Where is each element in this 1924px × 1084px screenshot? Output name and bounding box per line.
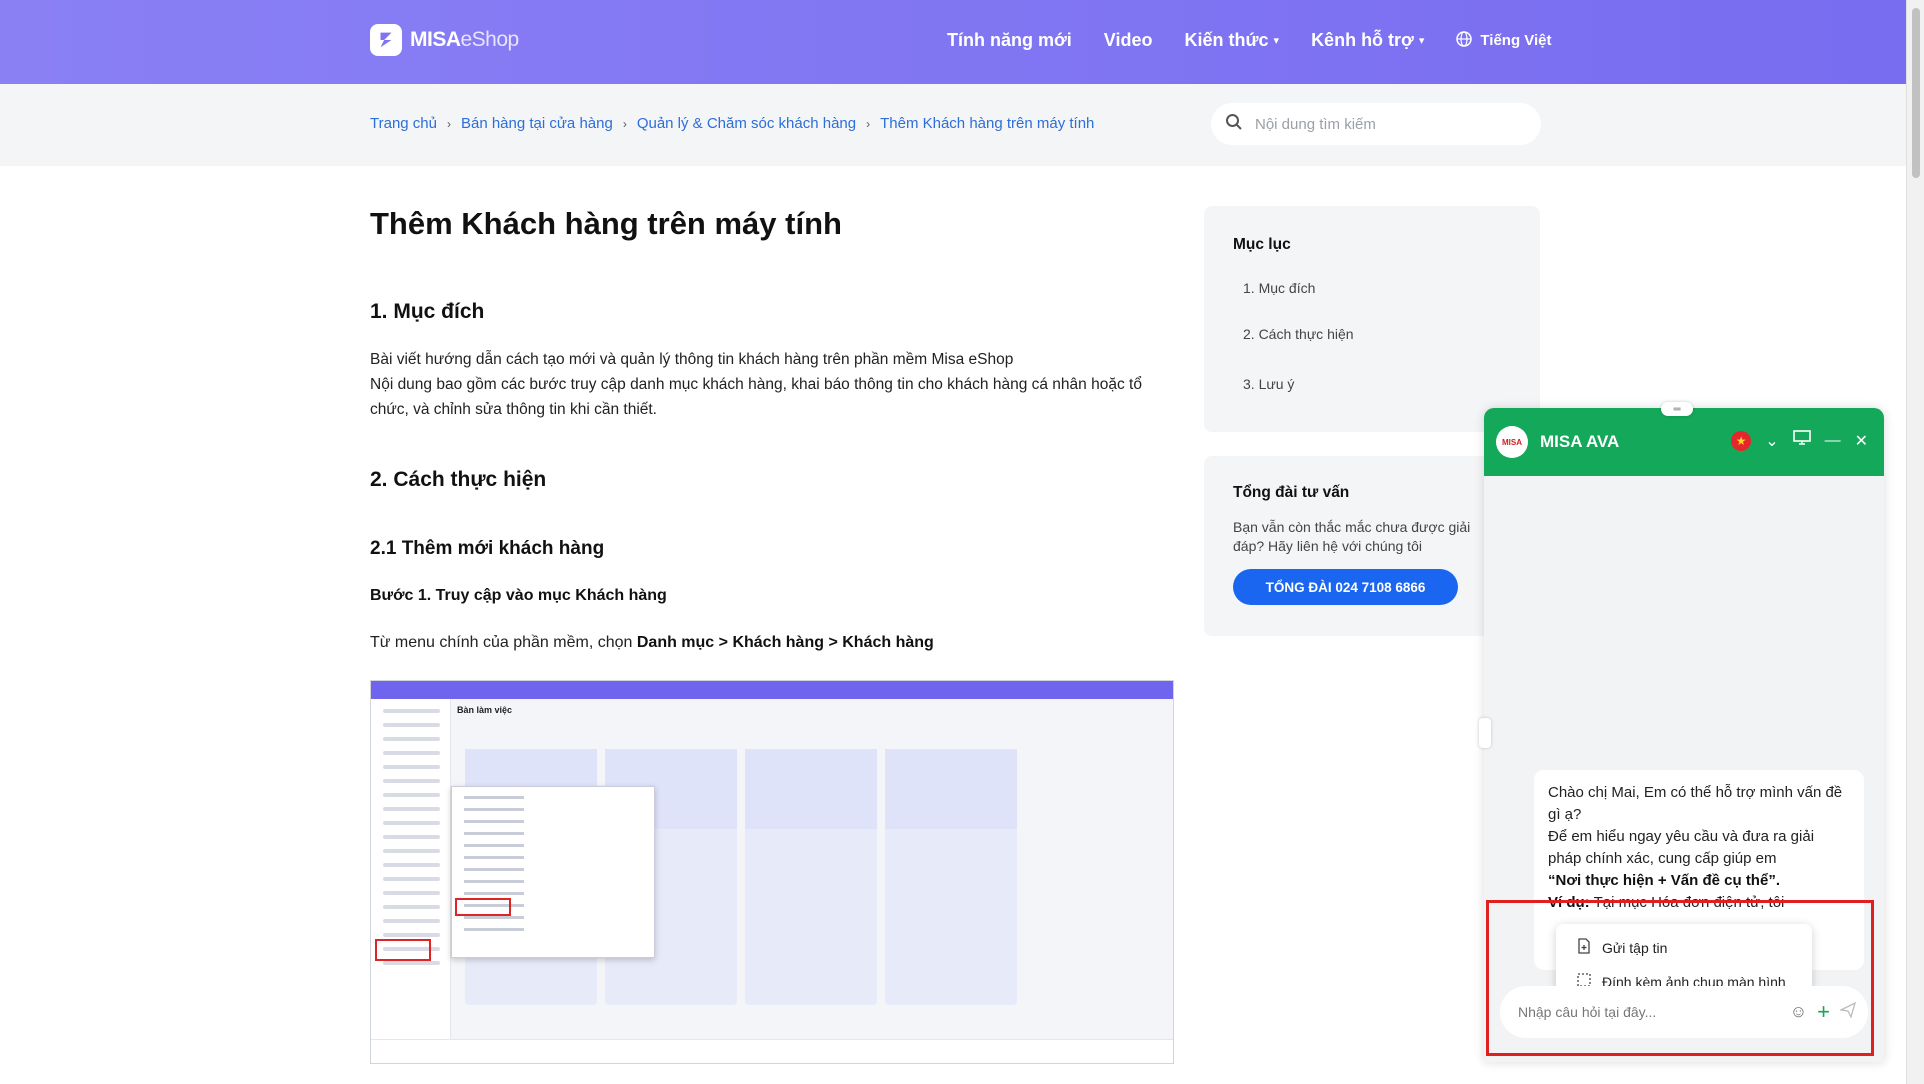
screenshot-popup-menu: [451, 786, 655, 958]
chevron-right-icon: ›: [446, 116, 451, 131]
breadcrumb-bar: Trang chủ › Bán hàng tại cửa hàng › Quản…: [0, 84, 1906, 166]
screenshot-top-bar: [371, 681, 1173, 699]
chevron-down-icon: ▾: [1273, 35, 1280, 47]
chat-title: MISA AVA: [1540, 432, 1620, 451]
search-input[interactable]: [1253, 114, 1513, 134]
page-scrollbar[interactable]: [1906, 0, 1924, 1084]
screenshot-bottom-bar: [371, 1039, 1173, 1063]
toc-item-purpose[interactable]: 1. Mục đích: [1243, 280, 1315, 296]
nav-support-channels[interactable]: Kênh hỗ trợ ▾: [1311, 30, 1424, 51]
toc-title: Mục lục: [1233, 236, 1291, 253]
chat-logo: MISA: [1496, 426, 1528, 458]
screenshot-highlight-customer: [455, 898, 511, 916]
toc-item-notes[interactable]: 3. Lưu ý: [1243, 376, 1294, 392]
search-icon: [1225, 113, 1243, 136]
vietnam-flag-icon[interactable]: ★: [1731, 430, 1752, 451]
globe-icon: [1456, 30, 1473, 51]
screenshot-card: [745, 749, 877, 1005]
breadcrumb-store-sales[interactable]: Bán hàng tại cửa hàng: [461, 115, 613, 132]
chevron-down-icon: ▾: [1418, 35, 1425, 47]
purpose-paragraph-2: Nội dung bao gồm các bước truy cập danh …: [370, 376, 1142, 418]
hotline-text: Bạn vẫn còn thắc mắc chưa được giải đáp?…: [1233, 519, 1471, 554]
chevron-down-icon[interactable]: ⌄: [1765, 431, 1778, 451]
purpose-paragraph-1: Bài viết hướng dẫn cách tạo mới và quản …: [370, 351, 1014, 368]
brand-logo[interactable]: MISAeShop: [370, 24, 519, 56]
screenshot-card: [885, 749, 1017, 1005]
breadcrumb: Trang chủ › Bán hàng tại cửa hàng › Quản…: [370, 115, 1094, 132]
brand-name: MISAeShop: [410, 28, 519, 51]
section-heading-how-to: 2. Cách thực hiện: [370, 468, 547, 491]
screenshot-sidebar: [371, 699, 451, 1063]
breadcrumb-home[interactable]: Trang chủ: [370, 115, 437, 132]
chat-resize-handle[interactable]: [1479, 718, 1491, 748]
nav-video[interactable]: Video: [1104, 30, 1153, 51]
hotline-title: Tổng đài tư vấn: [1233, 484, 1350, 501]
chevron-right-icon: ›: [622, 116, 627, 131]
main-nav: Tính năng mới Video Kiến thức ▾ Kênh hỗ t…: [947, 30, 1552, 51]
nav-knowledge[interactable]: Kiến thức ▾: [1184, 30, 1279, 51]
search-box: [1211, 103, 1541, 145]
screenshot-highlight-catalog: [375, 939, 431, 961]
chat-header: MISA MISA AVA ★ ⌄ — ✕: [1484, 408, 1884, 476]
subsection-heading-add-customer: 2.1 Thêm mới khách hàng: [370, 538, 605, 559]
chat-toolbar: ★ ⌄ — ✕: [1731, 430, 1868, 451]
chevron-right-icon: ›: [866, 116, 871, 131]
chat-drag-handle[interactable]: ═: [1661, 402, 1693, 416]
section-heading-purpose: 1. Mục đích: [370, 300, 485, 323]
table-of-contents: Mục lục 1. Mục đích 2. Cách thực hiện 3.…: [1204, 206, 1540, 432]
minimize-icon[interactable]: —: [1825, 432, 1841, 450]
screen-share-icon[interactable]: [1792, 430, 1811, 451]
step-1-heading: Bước 1. Truy cập vào mục Khách hàng: [370, 587, 667, 604]
language-selector[interactable]: Tiếng Việt: [1456, 30, 1552, 51]
tutorial-screenshot: Bàn làm việc: [370, 680, 1174, 1064]
scrollbar-thumb[interactable]: [1912, 8, 1920, 178]
page-title: Thêm Khách hàng trên máy tính: [370, 206, 842, 241]
logo-icon: [370, 24, 402, 56]
highlight-box: [1486, 900, 1874, 1056]
menu-instruction: Từ menu chính của phần mềm, chọn Danh mụ…: [370, 634, 934, 651]
toc-item-how-to[interactable]: 2. Cách thực hiện: [1243, 326, 1354, 342]
breadcrumb-current[interactable]: Thêm Khách hàng trên máy tính: [880, 115, 1094, 132]
menu-path: Danh mục > Khách hàng > Khách hàng: [636, 634, 934, 651]
close-icon[interactable]: ✕: [1855, 431, 1868, 451]
nav-new-features[interactable]: Tính năng mới: [947, 30, 1072, 51]
hotline-button[interactable]: TỔNG ĐÀI 024 7108 6866: [1233, 569, 1458, 605]
breadcrumb-customer-care[interactable]: Quản lý & Chăm sóc khách hàng: [637, 115, 856, 132]
top-navigation: MISAeShop Tính năng mới Video Kiến thức ▾…: [0, 0, 1906, 84]
